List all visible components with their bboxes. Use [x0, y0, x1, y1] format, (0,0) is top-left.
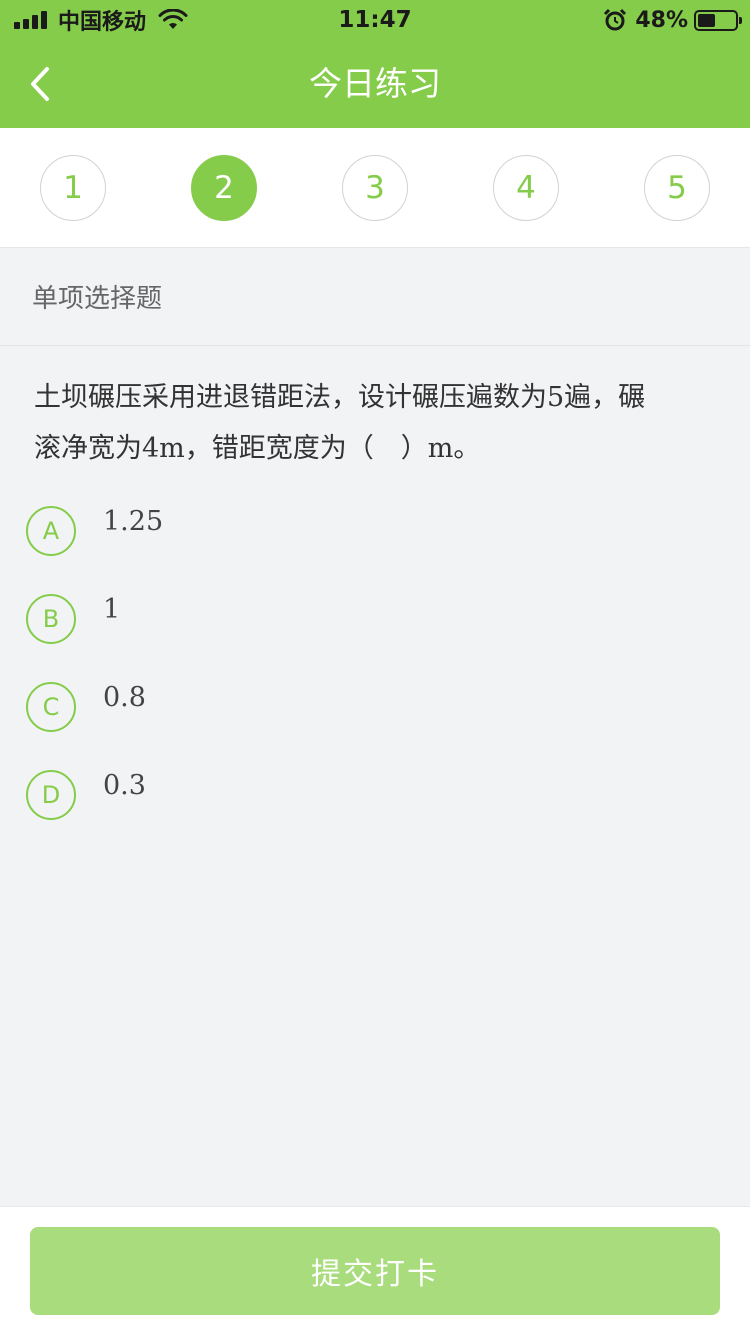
question-text-line-1: 土坝碾压采用进退错距法，设计碾压遍数为5遍，碾 [34, 382, 646, 413]
option-d-letter: D [26, 770, 76, 820]
option-b-letter: B [26, 594, 76, 644]
option-b-text: 1 [103, 594, 121, 625]
option-c-letter: C [26, 682, 76, 732]
question-index-strip: 1 2 3 4 5 [0, 128, 750, 248]
question-index-3[interactable]: 3 [342, 155, 408, 221]
question-type-header: 单项选择题 [0, 248, 750, 346]
question-index-4[interactable]: 4 [493, 155, 559, 221]
option-c[interactable]: C 0.8 [26, 682, 716, 742]
question-text-line-2: 滚净宽为4m，错距宽度为（ ）m。 [34, 433, 481, 464]
question-text: 土坝碾压采用进退错距法，设计碾压遍数为5遍，碾 滚净宽为4m，错距宽度为（ ）m… [34, 372, 724, 474]
option-c-text: 0.8 [103, 682, 146, 713]
status-right: 48% [603, 6, 742, 34]
question-type-label: 单项选择题 [32, 284, 163, 314]
option-b[interactable]: B 1 [26, 594, 716, 654]
option-d[interactable]: D 0.3 [26, 770, 716, 830]
question-index-2[interactable]: 2 [191, 155, 257, 221]
submit-button[interactable]: 提交打卡 [30, 1227, 720, 1315]
status-bar: 中国移动 11:47 48% [0, 0, 750, 40]
question-index-1[interactable]: 1 [40, 155, 106, 221]
alarm-icon [604, 8, 627, 31]
nav-bar: 今日练习 [0, 40, 750, 128]
battery-icon [694, 9, 742, 31]
page-title: 今日练习 [309, 64, 441, 103]
app-header: 中国移动 11:47 48% 今日练习 [0, 0, 750, 128]
bottom-bar: 提交打卡 [0, 1206, 750, 1334]
option-d-text: 0.3 [103, 770, 146, 801]
option-a-letter: A [26, 506, 76, 556]
question-index-5[interactable]: 5 [644, 155, 710, 221]
option-a-text: 1.25 [103, 506, 164, 537]
battery-percent: 48% [635, 7, 688, 33]
battery-level-fill [698, 13, 715, 27]
option-a[interactable]: A 1.25 [26, 506, 716, 566]
